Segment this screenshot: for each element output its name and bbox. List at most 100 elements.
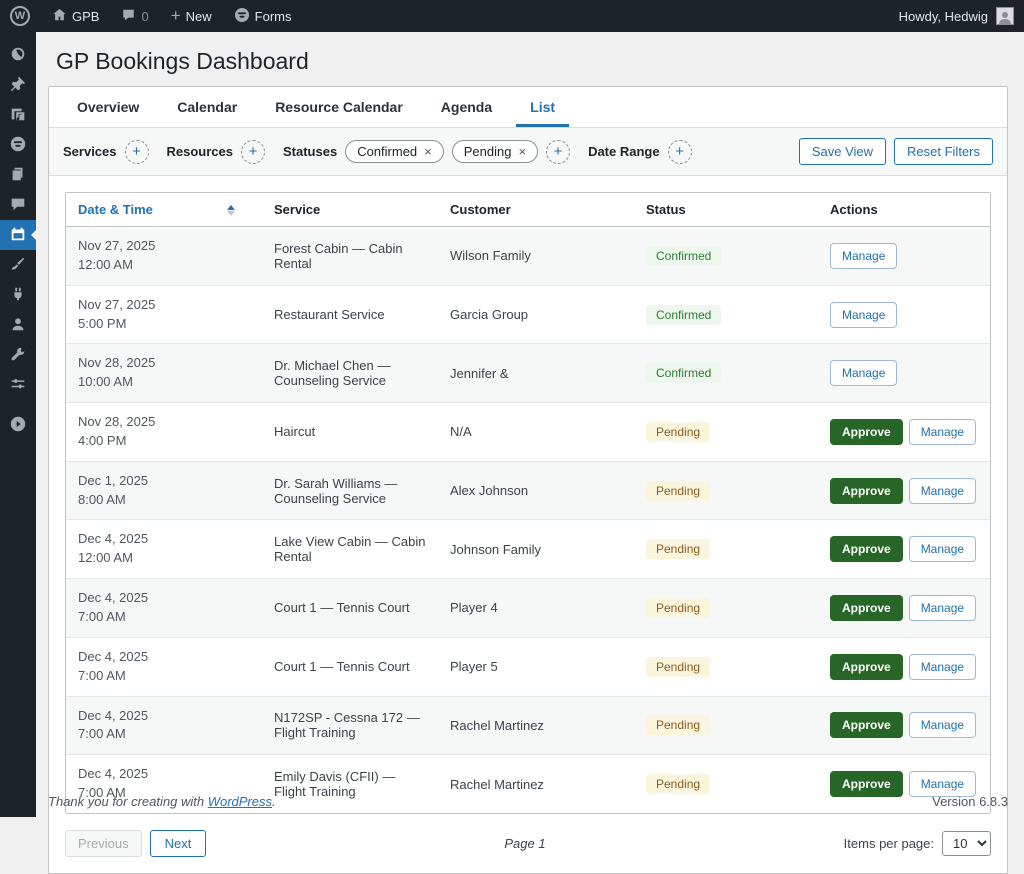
customer-cell: Player 4 — [438, 579, 634, 638]
wordpress-logo-menu[interactable]: W — [0, 0, 40, 32]
dashboard-icon — [9, 45, 27, 66]
sidebar-item-forms[interactable] — [0, 130, 36, 160]
chip-remove-icon[interactable]: × — [518, 144, 526, 159]
table-row: Dec 4, 20257:00 AM Court 1 — Tennis Cour… — [66, 579, 990, 638]
actions-cell: Manage — [818, 285, 990, 344]
manage-button[interactable]: Manage — [909, 595, 976, 621]
site-name-menu[interactable]: GPB — [42, 0, 109, 32]
items-per-page-select[interactable]: 10 — [942, 831, 991, 856]
wordpress-logo-icon: W — [10, 6, 30, 26]
status-badge: Pending — [646, 481, 710, 501]
howdy-user-menu[interactable]: Howdy, Hedwig — [899, 9, 988, 24]
sidebar-item-tools[interactable] — [0, 340, 36, 370]
chip-label: Pending — [464, 144, 512, 159]
sidebar-item-bookings-calendar[interactable] — [0, 220, 36, 250]
sidebar-item-plugins[interactable] — [0, 280, 36, 310]
approve-button[interactable]: Approve — [830, 536, 903, 562]
manage-button[interactable]: Manage — [909, 536, 976, 562]
date-time-cell: Nov 27, 202512:00 AM — [66, 227, 262, 286]
previous-page-button[interactable]: Previous — [65, 830, 142, 857]
add-status-filter-button[interactable]: + — [546, 140, 570, 164]
reset-filters-button[interactable]: Reset Filters — [894, 138, 993, 165]
bookings-table: Date & Time Service Customer Status Acti… — [66, 193, 990, 813]
footer-version: Version 6.8.3 — [932, 794, 1008, 809]
sidebar-item-media[interactable] — [0, 100, 36, 130]
actions-cell: ApproveManage — [818, 520, 990, 579]
tools-icon — [9, 345, 27, 366]
save-view-button[interactable]: Save View — [799, 138, 886, 165]
status-cell: Pending — [634, 461, 818, 520]
tab-agenda[interactable]: Agenda — [427, 87, 506, 127]
approve-button[interactable]: Approve — [830, 712, 903, 738]
forms-menu[interactable]: Forms — [224, 0, 302, 32]
customer-cell: N/A — [438, 403, 634, 462]
next-page-button[interactable]: Next — [150, 830, 207, 857]
services-filter-group: Services + — [63, 140, 149, 164]
column-header-service: Service — [262, 193, 438, 227]
pin-icon — [9, 75, 27, 96]
chip-remove-icon[interactable]: × — [424, 144, 432, 159]
manage-button[interactable]: Manage — [909, 478, 976, 504]
new-content-menu[interactable]: + New — [161, 0, 222, 32]
settings-icon — [9, 375, 27, 396]
comments-menu[interactable]: 0 — [111, 0, 158, 32]
column-header-actions: Actions — [818, 193, 990, 227]
collapse-menu-button[interactable] — [0, 410, 36, 440]
approve-button[interactable]: Approve — [830, 419, 903, 445]
status-chip-confirmed[interactable]: Confirmed × — [345, 140, 444, 163]
tab-list[interactable]: List — [516, 87, 569, 127]
date-time-cell: Dec 4, 20257:00 AM — [66, 696, 262, 755]
approve-button[interactable]: Approve — [830, 595, 903, 621]
plus-icon: + — [171, 6, 181, 26]
media-icon — [9, 105, 27, 126]
wp-admin-bar: W GPB 0 + New Forms Howdy, Hedwig — [0, 0, 1024, 32]
status-badge: Pending — [646, 657, 710, 677]
customer-cell: Alex Johnson — [438, 461, 634, 520]
footer-thanks-text: Thank you for creating with WordPress. — [48, 794, 276, 809]
forms-icon — [9, 135, 27, 156]
actions-cell: Manage — [818, 344, 990, 403]
sidebar-item-comments[interactable] — [0, 190, 36, 220]
status-badge: Confirmed — [646, 246, 721, 266]
chip-label: Confirmed — [357, 144, 417, 159]
comments-icon — [9, 195, 27, 216]
column-header-date-time[interactable]: Date & Time — [66, 193, 262, 227]
status-cell: Confirmed — [634, 344, 818, 403]
tab-calendar[interactable]: Calendar — [163, 87, 251, 127]
sidebar-item-users[interactable] — [0, 310, 36, 340]
customer-cell: Player 5 — [438, 637, 634, 696]
table-row: Dec 4, 20257:00 AM N172SP - Cessna 172 —… — [66, 696, 990, 755]
admin-footer: Thank you for creating with WordPress. V… — [48, 794, 1008, 809]
sidebar-item-appearance[interactable] — [0, 250, 36, 280]
user-avatar[interactable] — [996, 7, 1014, 25]
manage-button[interactable]: Manage — [830, 243, 897, 269]
plugins-icon — [9, 285, 27, 306]
approve-button[interactable]: Approve — [830, 478, 903, 504]
status-badge: Confirmed — [646, 305, 721, 325]
tab-overview[interactable]: Overview — [63, 87, 153, 127]
add-resource-filter-button[interactable]: + — [241, 140, 265, 164]
sidebar-item-dashboard[interactable] — [0, 40, 36, 70]
manage-button[interactable]: Manage — [909, 419, 976, 445]
sidebar-item-pages[interactable] — [0, 160, 36, 190]
actions-cell: ApproveManage — [818, 637, 990, 696]
service-cell: N172SP - Cessna 172 — Flight Training — [262, 696, 438, 755]
approve-button[interactable]: Approve — [830, 654, 903, 680]
pagination-bar: Previous Next Page 1 Items per page: 10 — [49, 830, 1007, 873]
add-date-range-filter-button[interactable]: + — [668, 140, 692, 164]
sidebar-item-settings[interactable] — [0, 370, 36, 400]
add-service-filter-button[interactable]: + — [125, 140, 149, 164]
bookings-table-container: Date & Time Service Customer Status Acti… — [65, 192, 991, 814]
tab-resource-calendar[interactable]: Resource Calendar — [261, 87, 417, 127]
manage-button[interactable]: Manage — [909, 712, 976, 738]
manage-button[interactable]: Manage — [909, 654, 976, 680]
customer-cell: Jennifer & — [438, 344, 634, 403]
status-cell: Confirmed — [634, 227, 818, 286]
manage-button[interactable]: Manage — [830, 360, 897, 386]
sidebar-item-posts[interactable] — [0, 70, 36, 100]
status-cell: Confirmed — [634, 285, 818, 344]
status-chip-pending[interactable]: Pending × — [452, 140, 538, 163]
manage-button[interactable]: Manage — [830, 302, 897, 328]
status-badge: Pending — [646, 598, 710, 618]
wordpress-link[interactable]: WordPress — [208, 794, 272, 809]
